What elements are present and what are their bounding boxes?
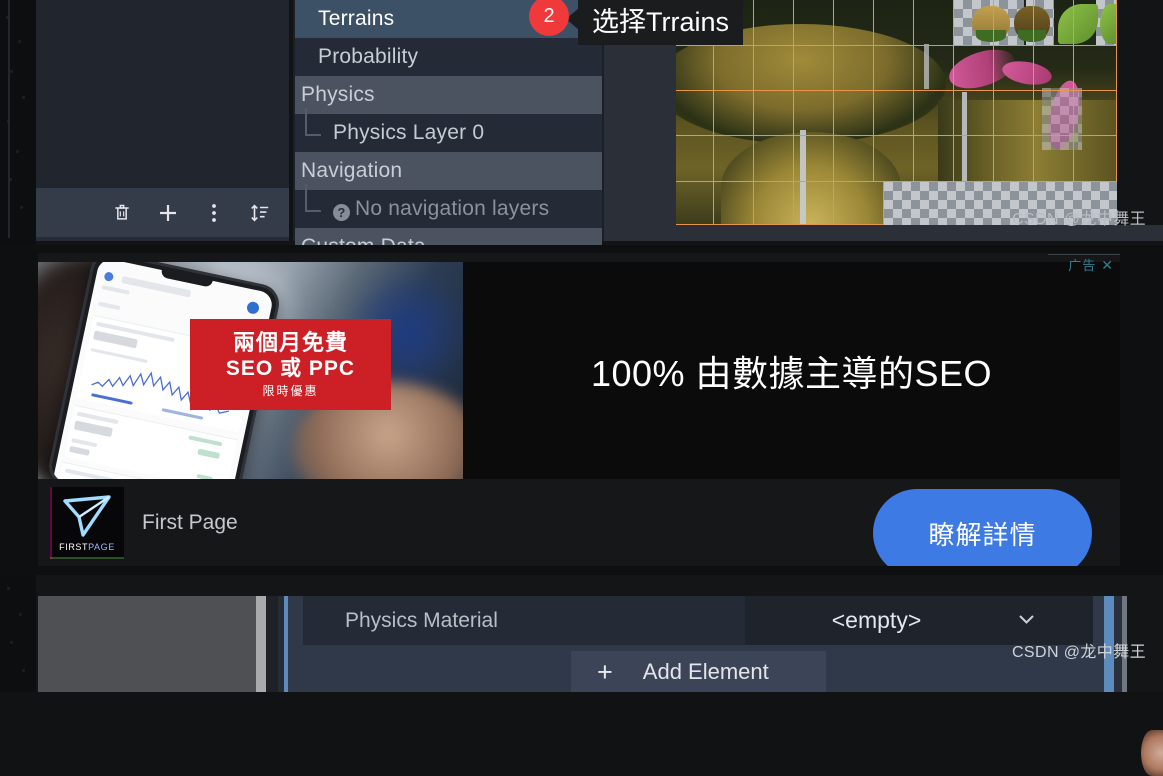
inspector-bottom-strip: Physics Material <empty> + Add Element C… — [0, 575, 1163, 692]
ad-label-text: 广告 — [1068, 258, 1097, 273]
logo-word-page: PAGE — [88, 542, 115, 552]
callout-tooltip: 选择Trrains — [578, 0, 744, 45]
ad-headline-text: 100% 由數據主導的SEO — [590, 352, 993, 394]
physics-material-row[interactable]: Physics Material <empty> — [303, 596, 1093, 645]
advertisement-region: 广告 ✕ 兩個月免費 SEO 或 PPC 限時優惠 100% 由數據主導的SEO… — [0, 245, 1163, 776]
logo-word-first: FIRST — [59, 542, 89, 552]
physics-layer-panel: Physics Material <empty> + Add Element — [288, 596, 1104, 692]
ad-photo: 兩個月免費 SEO 或 PPC 限時優惠 — [38, 262, 463, 479]
row-label: No navigation layers — [355, 197, 550, 220]
panel-divider-1 — [266, 596, 278, 692]
row-label: Navigation — [301, 159, 403, 182]
right-edge-orb — [1141, 730, 1163, 776]
physics-material-label: Physics Material — [345, 608, 498, 632]
plus-icon: + — [597, 656, 613, 687]
tileset-preview-body — [36, 0, 289, 188]
row-label: Physics — [301, 83, 375, 106]
ad-banner[interactable]: 兩個月免費 SEO 或 PPC 限時優惠 100% 由數據主導的SEO — [38, 262, 1120, 479]
list-row-probability[interactable]: Probability — [295, 38, 602, 76]
tree-branch-icon — [305, 108, 321, 136]
ad-label[interactable]: 广告 ✕ — [1068, 255, 1114, 274]
callout-text: 选择Trrains — [592, 7, 730, 37]
minimap-rail[interactable] — [8, 0, 10, 238]
tree-branch-icon — [305, 184, 321, 212]
ad-footer: FIRSTPAGE First Page 瞭解詳情 — [38, 479, 1120, 566]
ad-card[interactable]: 广告 ✕ 兩個月免費 SEO 或 PPC 限時優惠 100% 由數據主導的SEO… — [38, 253, 1120, 566]
advertiser-logo[interactable]: FIRSTPAGE — [50, 487, 124, 559]
watermark-bottom: CSDN @龙中舞王 — [1011, 644, 1146, 661]
list-row-custom-data[interactable]: Custom Data — [295, 228, 602, 245]
list-row-physics-layer-0[interactable]: Physics Layer 0 — [295, 108, 602, 152]
offer-line-1: 兩個月免費 — [232, 329, 348, 355]
ad-cta-button[interactable]: 瞭解詳情 — [873, 489, 1092, 566]
bottom-gray-block — [38, 596, 256, 692]
left-page-gutter — [0, 0, 36, 245]
chevron-down-icon[interactable] — [1018, 610, 1035, 630]
screen-root: Terrains Probability Physics Physics Lay… — [0, 0, 1163, 776]
tileset-property-list: Terrains Probability Physics Physics Lay… — [293, 0, 604, 245]
close-icon[interactable]: ✕ — [1101, 257, 1114, 273]
tileset-preview-panel — [36, 0, 289, 241]
offer-line-3: 限時優惠 — [262, 383, 319, 398]
watermark-top: CSDN @龙中舞王 — [1011, 211, 1146, 228]
tileset-panel-toolbar — [36, 188, 289, 237]
logo-arrow-icon — [63, 495, 111, 537]
sort-icon[interactable] — [247, 200, 273, 226]
more-vertical-icon[interactable] — [201, 200, 227, 226]
help-icon[interactable]: ? — [333, 204, 350, 221]
row-label: Custom Data — [295, 235, 426, 245]
trash-icon[interactable] — [109, 200, 135, 226]
list-row-navigation[interactable]: Navigation — [295, 152, 602, 190]
ad-cta-label: 瞭解詳情 — [928, 519, 1037, 550]
row-label: Probability — [318, 45, 419, 68]
row-label: Terrains — [318, 7, 395, 30]
list-row-no-navigation-layers: ? No navigation layers — [295, 184, 602, 228]
ad-offer-box: 兩個月免費 SEO 或 PPC 限時優惠 — [190, 319, 391, 410]
offer-line-2: SEO 或 PPC — [225, 356, 356, 380]
advertiser-name: First Page — [142, 510, 238, 534]
row-label-wrap: ? No navigation layers — [313, 197, 549, 221]
badge-label: 2 — [543, 4, 555, 27]
bottom-left-gutter — [0, 575, 36, 692]
ad-headline: 100% 由數據主導的SEO — [463, 262, 1120, 479]
physics-material-value: <empty> — [831, 607, 922, 633]
scrollbar-light[interactable] — [256, 596, 266, 692]
row-label: Physics Layer 0 — [333, 121, 485, 144]
godot-editor-top-strip: Terrains Probability Physics Physics Lay… — [0, 0, 1163, 245]
add-element-label: Add Element — [642, 659, 769, 684]
list-row-physics[interactable]: Physics — [295, 76, 602, 114]
logo-wordmark: FIRSTPAGE — [50, 542, 124, 552]
add-element-button[interactable]: + Add Element — [571, 651, 826, 692]
plus-icon[interactable] — [155, 200, 181, 226]
